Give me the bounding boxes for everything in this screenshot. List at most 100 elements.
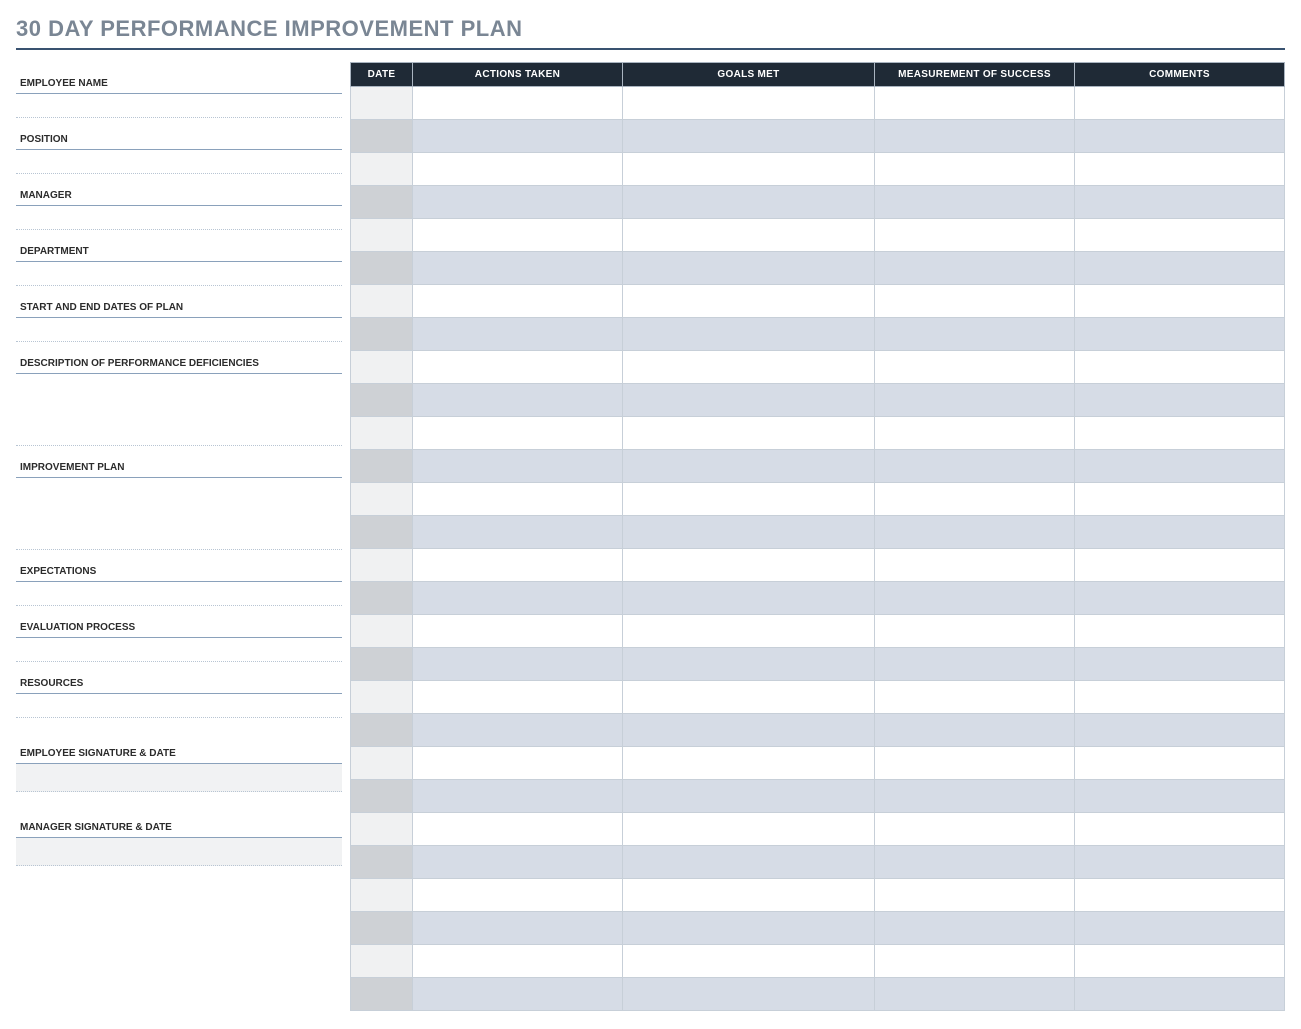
table-cell[interactable] <box>875 285 1075 318</box>
table-cell[interactable] <box>1075 648 1285 681</box>
table-cell[interactable] <box>351 384 413 417</box>
table-cell[interactable] <box>1075 846 1285 879</box>
field-textarea[interactable] <box>16 374 342 446</box>
table-cell[interactable] <box>875 516 1075 549</box>
table-cell[interactable] <box>875 912 1075 945</box>
table-cell[interactable] <box>1075 219 1285 252</box>
table-cell[interactable] <box>351 120 413 153</box>
table-cell[interactable] <box>413 318 623 351</box>
table-cell[interactable] <box>623 978 875 1011</box>
table-cell[interactable] <box>623 417 875 450</box>
table-cell[interactable] <box>413 846 623 879</box>
field-input[interactable] <box>16 94 342 118</box>
table-cell[interactable] <box>1075 549 1285 582</box>
table-cell[interactable] <box>1075 318 1285 351</box>
field-textarea[interactable] <box>16 478 342 550</box>
table-cell[interactable] <box>413 945 623 978</box>
table-cell[interactable] <box>413 87 623 120</box>
table-cell[interactable] <box>623 714 875 747</box>
table-cell[interactable] <box>875 252 1075 285</box>
table-cell[interactable] <box>875 351 1075 384</box>
table-cell[interactable] <box>875 549 1075 582</box>
table-cell[interactable] <box>1075 582 1285 615</box>
table-cell[interactable] <box>875 846 1075 879</box>
table-cell[interactable] <box>351 153 413 186</box>
table-cell[interactable] <box>413 186 623 219</box>
table-cell[interactable] <box>351 648 413 681</box>
table-cell[interactable] <box>623 615 875 648</box>
table-cell[interactable] <box>413 912 623 945</box>
table-cell[interactable] <box>351 87 413 120</box>
table-cell[interactable] <box>1075 252 1285 285</box>
table-cell[interactable] <box>351 945 413 978</box>
table-cell[interactable] <box>413 285 623 318</box>
table-cell[interactable] <box>623 582 875 615</box>
table-cell[interactable] <box>351 549 413 582</box>
table-cell[interactable] <box>623 186 875 219</box>
table-cell[interactable] <box>623 846 875 879</box>
table-cell[interactable] <box>1075 87 1285 120</box>
table-cell[interactable] <box>413 978 623 1011</box>
table-cell[interactable] <box>875 978 1075 1011</box>
table-cell[interactable] <box>1075 813 1285 846</box>
table-cell[interactable] <box>875 879 1075 912</box>
table-cell[interactable] <box>1075 714 1285 747</box>
table-cell[interactable] <box>1075 615 1285 648</box>
table-cell[interactable] <box>1075 912 1285 945</box>
table-cell[interactable] <box>1075 747 1285 780</box>
table-cell[interactable] <box>875 120 1075 153</box>
table-cell[interactable] <box>413 120 623 153</box>
table-cell[interactable] <box>623 648 875 681</box>
table-cell[interactable] <box>623 681 875 714</box>
table-cell[interactable] <box>413 879 623 912</box>
table-cell[interactable] <box>623 153 875 186</box>
table-cell[interactable] <box>1075 516 1285 549</box>
table-cell[interactable] <box>875 747 1075 780</box>
table-cell[interactable] <box>351 450 413 483</box>
table-cell[interactable] <box>1075 978 1285 1011</box>
field-input[interactable] <box>16 150 342 174</box>
table-cell[interactable] <box>1075 120 1285 153</box>
table-cell[interactable] <box>623 285 875 318</box>
table-cell[interactable] <box>875 219 1075 252</box>
table-cell[interactable] <box>351 318 413 351</box>
table-cell[interactable] <box>413 747 623 780</box>
table-cell[interactable] <box>623 252 875 285</box>
table-cell[interactable] <box>351 912 413 945</box>
table-cell[interactable] <box>875 87 1075 120</box>
table-cell[interactable] <box>351 846 413 879</box>
table-cell[interactable] <box>413 219 623 252</box>
table-cell[interactable] <box>623 384 875 417</box>
table-cell[interactable] <box>413 780 623 813</box>
signature-box[interactable] <box>16 838 342 866</box>
table-cell[interactable] <box>1075 483 1285 516</box>
table-cell[interactable] <box>623 351 875 384</box>
table-cell[interactable] <box>413 450 623 483</box>
table-cell[interactable] <box>623 483 875 516</box>
table-cell[interactable] <box>351 615 413 648</box>
table-cell[interactable] <box>413 516 623 549</box>
table-cell[interactable] <box>1075 285 1285 318</box>
table-cell[interactable] <box>623 87 875 120</box>
table-cell[interactable] <box>623 780 875 813</box>
table-cell[interactable] <box>413 417 623 450</box>
table-cell[interactable] <box>1075 780 1285 813</box>
table-cell[interactable] <box>875 780 1075 813</box>
table-cell[interactable] <box>351 483 413 516</box>
field-input[interactable] <box>16 206 342 230</box>
table-cell[interactable] <box>875 384 1075 417</box>
table-cell[interactable] <box>413 351 623 384</box>
field-input[interactable] <box>16 262 342 286</box>
table-cell[interactable] <box>351 285 413 318</box>
table-cell[interactable] <box>623 912 875 945</box>
field-input[interactable] <box>16 694 342 718</box>
table-cell[interactable] <box>413 714 623 747</box>
table-cell[interactable] <box>875 615 1075 648</box>
table-cell[interactable] <box>623 219 875 252</box>
table-cell[interactable] <box>1075 186 1285 219</box>
table-cell[interactable] <box>875 681 1075 714</box>
table-cell[interactable] <box>1075 450 1285 483</box>
table-cell[interactable] <box>1075 681 1285 714</box>
table-cell[interactable] <box>1075 417 1285 450</box>
table-cell[interactable] <box>351 978 413 1011</box>
